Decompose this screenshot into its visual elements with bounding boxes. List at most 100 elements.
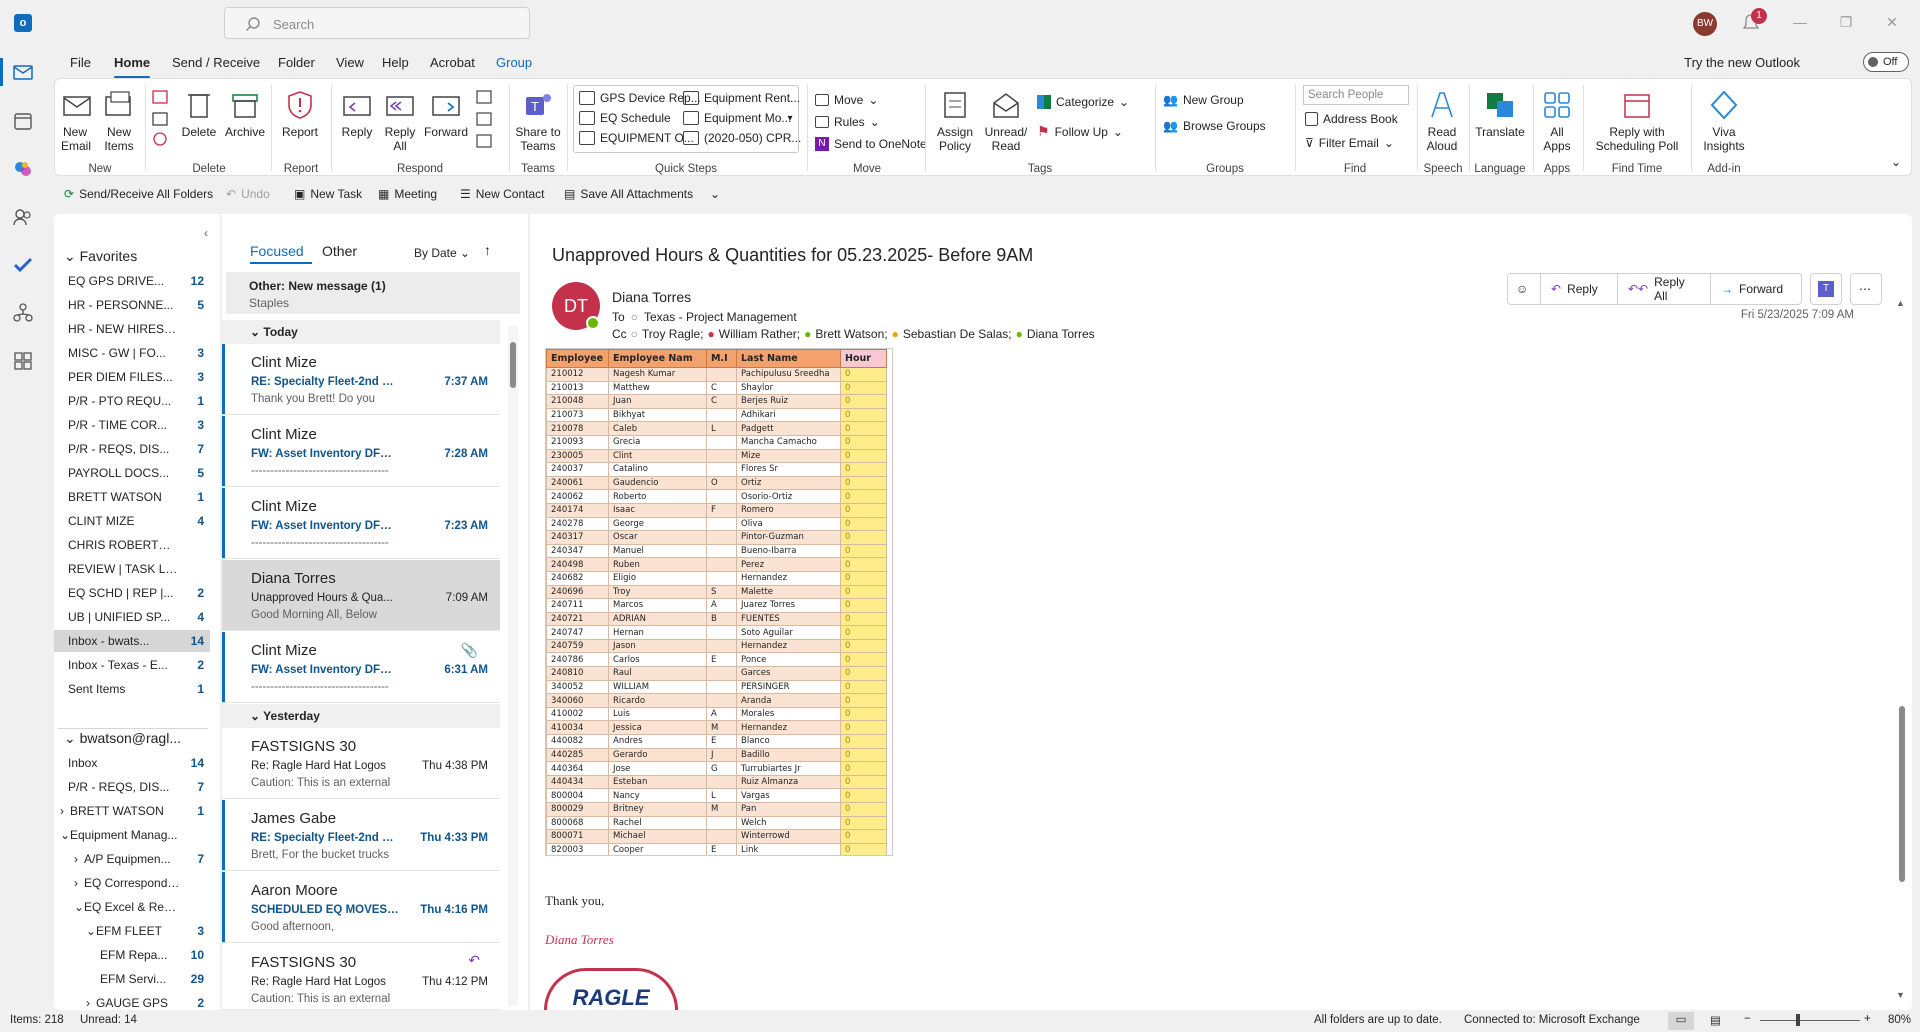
tab-acrobat[interactable]: Acrobat <box>430 55 475 70</box>
reading-scrollbar[interactable]: ▲ ▼ <box>1896 298 1908 1000</box>
folder-item[interactable]: CHRIS ROBERTSON <box>54 534 210 556</box>
copilot-icon[interactable] <box>13 159 33 179</box>
folder-item[interactable]: UB | UNIFIED SP... 4 <box>54 606 210 628</box>
todo-icon[interactable] <box>13 255 33 275</box>
rules-button[interactable]: Rules ⌄ <box>815 115 880 129</box>
normal-view-icon[interactable]: ▭ <box>1668 1012 1694 1030</box>
zoom-slider[interactable] <box>1760 1020 1860 1021</box>
restore-button[interactable]: ❐ <box>1836 14 1856 34</box>
folder-item[interactable]: EQ SCHD | REP |... 2 <box>54 582 210 604</box>
folder-item[interactable]: ⌄ EQ Excel & Repo... <box>54 896 210 918</box>
folder-item[interactable]: P/R - TIME COR... 3 <box>54 414 210 436</box>
sort-dropdown[interactable]: By Date ⌄ <box>414 246 470 260</box>
tab-other[interactable]: Other <box>322 243 357 259</box>
message-item-selected[interactable]: Diana Torres Unapproved Hours & Qua... 7:0… <box>222 560 500 631</box>
expand-chevron-icon[interactable]: ⌄ <box>60 824 70 846</box>
tab-send-receive[interactable]: Send / Receive <box>172 55 260 70</box>
cc-recipient[interactable]: Sebastian De Salas; <box>903 327 1012 341</box>
more-actions-button[interactable]: ⋯ <box>1850 273 1882 305</box>
folder-item[interactable]: BRETT WATSON 1 <box>54 486 210 508</box>
apps-icon[interactable] <box>13 351 33 371</box>
collapse-folder-pane-button[interactable]: ‹ <box>204 226 208 240</box>
customize-qat-button[interactable]: ⌄ <box>710 187 720 201</box>
quick-step-equipment-mo[interactable]: Equipment Mo... <box>683 111 791 125</box>
message-item[interactable]: Clint Mize FW: Asset Inventory DFW ... 7:2… <box>222 488 500 559</box>
reply-scheduling-poll-button[interactable]: Reply with Scheduling Poll <box>1587 89 1687 153</box>
new-task-button[interactable]: ▣ New Task <box>294 187 362 201</box>
tab-file[interactable]: File <box>70 55 91 70</box>
tab-folder[interactable]: Folder <box>278 55 315 70</box>
folder-item[interactable]: ⌄ Equipment Manag... <box>54 824 210 846</box>
zoom-slider-thumb[interactable] <box>1796 1014 1800 1026</box>
unread-read-button[interactable]: Unread/ Read <box>983 89 1029 153</box>
folder-item[interactable]: › BRETT WATSON 1 <box>54 800 210 822</box>
reading-view-icon[interactable]: ▤ <box>1710 1013 1721 1027</box>
folder-item[interactable]: EFM Repa... 10 <box>54 944 210 966</box>
folder-item[interactable]: P/R - REQS, DIS... 7 <box>54 776 210 798</box>
list-scrollbar-thumb[interactable] <box>510 342 516 388</box>
message-item[interactable]: Clint Mize FW: Asset Inventory DFW ... 7:2… <box>222 416 500 487</box>
send-to-onenote-button[interactable]: N Send to OneNote <box>815 137 927 151</box>
send-receive-all-button[interactable]: ⟳ Send/Receive All Folders <box>64 187 213 201</box>
folder-item[interactable]: › EQ Corresponde... <box>54 872 210 894</box>
browse-groups-button[interactable]: 👥 Browse Groups <box>1163 119 1266 133</box>
folder-item[interactable]: PER DIEM FILES... 3 <box>54 366 210 388</box>
cc-recipient[interactable]: William Rather; <box>719 327 800 341</box>
folder-item[interactable]: CLINT MIZE 4 <box>54 510 210 532</box>
tab-group[interactable]: Group <box>496 55 532 70</box>
archive-button[interactable]: Archive <box>223 89 267 139</box>
quick-steps-expand-button[interactable]: ▾ <box>783 87 797 151</box>
quick-step-eq-schedule[interactable]: EQ Schedule <box>579 111 671 125</box>
favorites-header[interactable]: ⌄ Favorites <box>64 248 137 265</box>
people-icon[interactable] <box>13 207 33 227</box>
new-contact-button[interactable]: ☰ New Contact <box>460 187 544 201</box>
expand-chevron-icon[interactable]: › <box>74 872 78 894</box>
follow-up-button[interactable]: ⚑ Follow Up ⌄ <box>1037 123 1123 140</box>
expand-chevron-icon[interactable]: ⌄ <box>86 920 96 942</box>
folder-item[interactable]: HR - PERSONNE... 5 <box>54 294 210 316</box>
new-group-button[interactable]: 👥 New Group <box>1163 93 1244 107</box>
message-item[interactable]: FASTSIGNS 30 Re: Ragle Hard Hat Logos Thu … <box>222 944 500 1010</box>
ignore-cleanup-junk-icons[interactable] <box>151 89 171 149</box>
group-header-today[interactable]: ⌄ Today <box>222 320 500 344</box>
undo-button[interactable]: ↶ Undo <box>226 187 270 201</box>
folder-item[interactable]: › A/P Equipmen... 7 <box>54 848 210 870</box>
reading-scrollbar-thumb[interactable] <box>1899 706 1905 882</box>
folder-item[interactable]: EQ GPS DRIVE... 12 <box>54 270 210 292</box>
new-outlook-toggle[interactable]: Off <box>1863 52 1909 72</box>
expand-chevron-icon[interactable]: ⌄ <box>74 896 84 918</box>
expand-chevron-icon[interactable]: › <box>74 848 78 870</box>
all-apps-button[interactable]: All Apps <box>1539 89 1575 153</box>
group-header-yesterday[interactable]: ⌄ Yesterday <box>222 704 500 728</box>
search-people-input[interactable]: Search People <box>1303 85 1409 105</box>
message-item[interactable]: Aaron Moore SCHEDULED EQ MOVES FO... Thu 4… <box>222 872 500 943</box>
address-book-button[interactable]: Address Book <box>1305 112 1398 126</box>
folder-item[interactable]: MISC - GW | FO... 3 <box>54 342 210 364</box>
new-email-button[interactable]: New Email <box>61 89 91 153</box>
user-avatar[interactable]: BW <box>1693 12 1717 36</box>
forward-action-button[interactable]: → Forward <box>1710 273 1802 305</box>
folder-item[interactable]: Inbox - Texas - E... 2 <box>54 654 210 676</box>
message-item[interactable]: Clint Mize RE: Specialty Fleet-2nd Buc...… <box>222 344 500 415</box>
tab-help[interactable]: Help <box>382 55 409 70</box>
org-explorer-icon[interactable] <box>13 303 33 323</box>
folder-item[interactable]: REVIEW | TASK LIST <box>54 558 210 580</box>
scroll-down-arrow[interactable]: ▼ <box>1896 990 1905 1000</box>
folder-item[interactable]: P/R - REQS, DIS... 7 <box>54 438 210 460</box>
meeting-button[interactable]: ▦ Meeting <box>378 187 437 201</box>
message-item[interactable]: James Gabe RE: Specialty Fleet-2nd Buc...… <box>222 800 500 871</box>
forward-button[interactable]: Forward <box>423 89 469 139</box>
close-button[interactable]: ✕ <box>1882 14 1902 34</box>
reactions-button[interactable]: ☺ <box>1507 273 1541 305</box>
mail-icon[interactable] <box>13 62 33 82</box>
cc-recipient[interactable]: Brett Watson; <box>815 327 887 341</box>
folder-item[interactable]: EFM Servi... 29 <box>54 968 210 990</box>
categorize-button[interactable]: Categorize ⌄ <box>1037 95 1129 109</box>
reply-button[interactable]: Reply <box>337 89 377 139</box>
folder-item[interactable]: Inbox - bwats... 14 <box>54 630 210 652</box>
respond-more-icons[interactable] <box>475 89 497 151</box>
folder-item[interactable]: Inbox 14 <box>54 752 210 774</box>
delete-button[interactable]: Delete <box>179 89 219 139</box>
sort-direction-button[interactable]: ↑ <box>484 242 491 258</box>
report-button[interactable]: Report <box>277 89 323 139</box>
